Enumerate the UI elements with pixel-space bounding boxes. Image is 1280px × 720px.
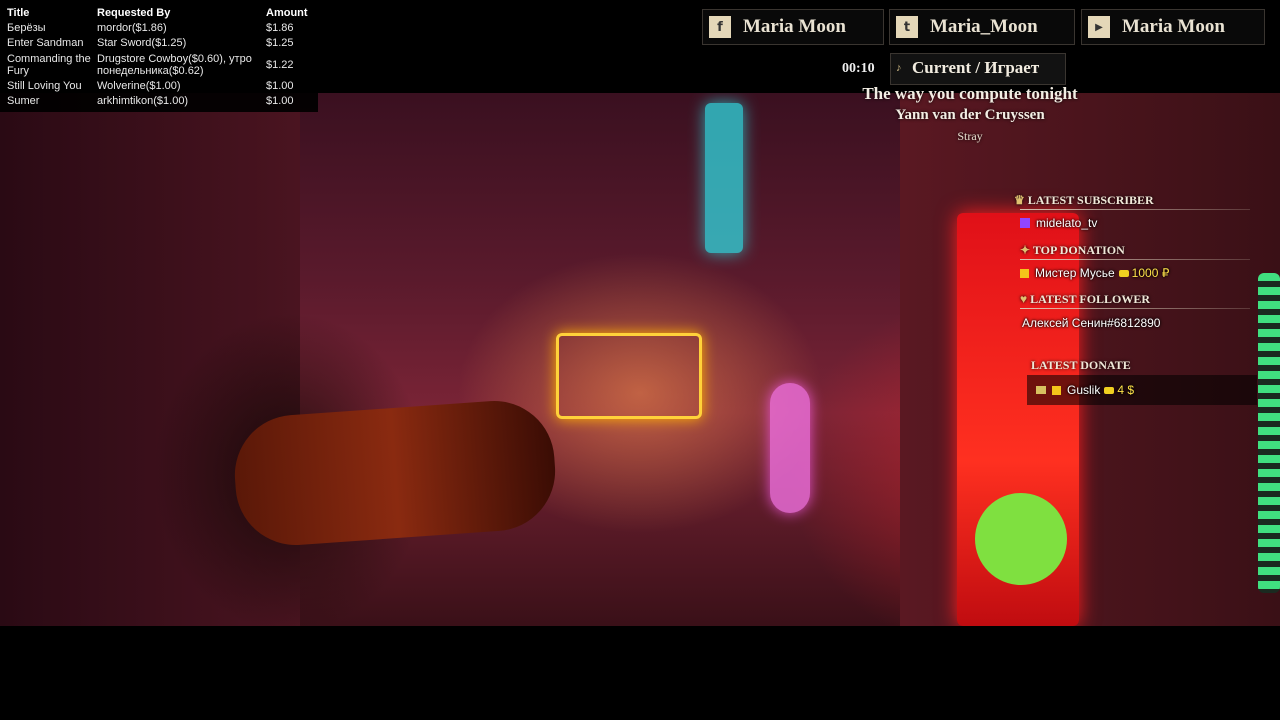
song-artist: Yann van der Cruyssen bbox=[895, 107, 1045, 123]
row-amount: $1.22 bbox=[266, 59, 294, 71]
latest-follower-heading: ♥ LATEST FOLLOWER bbox=[1020, 292, 1151, 306]
neon-sign-cyan bbox=[705, 103, 743, 253]
row-title: Still Loving You bbox=[7, 80, 82, 92]
row-amount: $1.00 bbox=[266, 95, 294, 107]
coin-icon bbox=[1118, 270, 1129, 277]
now-playing-label-box: ♪ Current / Играет bbox=[890, 53, 1066, 85]
row-title: Commanding the Fury bbox=[7, 53, 91, 77]
music-note-icon: ♪ bbox=[896, 62, 902, 74]
star-icon: ✦ bbox=[1020, 243, 1031, 257]
social-twitter-label: Maria_Moon bbox=[930, 16, 1038, 37]
youtube-icon: ▶ bbox=[1088, 16, 1110, 38]
latest-subscriber-heading: ♛ LATEST SUBSCRIBER bbox=[1014, 193, 1154, 207]
social-youtube[interactable]: ▶ Maria Moon bbox=[1081, 9, 1265, 45]
now-playing-label: Current / Играет bbox=[912, 58, 1040, 77]
neon-sign-pink bbox=[770, 383, 810, 513]
playback-time: 00:10 bbox=[842, 61, 875, 76]
social-youtube-label: Maria Moon bbox=[1122, 16, 1225, 37]
song-title: The way you compute tonight bbox=[862, 84, 1078, 103]
twitter-icon: t bbox=[896, 16, 918, 38]
latest-subscriber-value: midelato_tv bbox=[1020, 216, 1097, 230]
row-title: Берёзы bbox=[7, 22, 46, 34]
divider bbox=[1020, 259, 1250, 260]
row-amount: $1.86 bbox=[266, 22, 294, 34]
facebook-icon: f bbox=[709, 16, 731, 38]
row-requested-by: Star Sword($1.25) bbox=[97, 37, 187, 49]
row-title: Sumer bbox=[7, 95, 40, 107]
neon-strip-green bbox=[1258, 273, 1280, 593]
money-icon bbox=[1036, 386, 1046, 394]
song-game: Stray bbox=[957, 129, 983, 143]
header-requested-by: Requested By bbox=[97, 7, 171, 19]
twitch-icon bbox=[1020, 218, 1030, 228]
header-amount: Amount bbox=[266, 7, 308, 19]
heart-icon: ♥ bbox=[1020, 292, 1028, 306]
gift-icon bbox=[1052, 386, 1061, 395]
neon-circle-sign bbox=[975, 493, 1067, 585]
top-donation-heading: ✦ TOP DONATION bbox=[1020, 243, 1125, 257]
divider bbox=[1020, 308, 1250, 309]
header-title: Title bbox=[7, 7, 30, 19]
latest-donate-heading: LATEST DONATE bbox=[1031, 358, 1131, 372]
row-title: Enter Sandman bbox=[7, 37, 84, 49]
latest-follower-value: Алексей Сенин#6812890 bbox=[1022, 316, 1161, 330]
row-requested-by: Drugstore Cowboy($0.60), утро понедельни… bbox=[97, 53, 252, 77]
row-requested-by: mordor($1.86) bbox=[97, 22, 167, 34]
row-requested-by: arkhimtikon($1.00) bbox=[97, 95, 189, 107]
row-requested-by: Wolverine($1.00) bbox=[97, 80, 181, 92]
neon-sign-yellow bbox=[556, 333, 702, 419]
social-twitter[interactable]: t Maria_Moon bbox=[889, 9, 1075, 45]
divider bbox=[1020, 209, 1250, 210]
social-facebook[interactable]: f Maria Moon bbox=[702, 9, 884, 45]
violin bbox=[230, 396, 560, 550]
latest-donate-value: Guslik 4 $ bbox=[1036, 383, 1134, 397]
coin-icon bbox=[1104, 387, 1115, 394]
song-request-table: Title Requested By Amount Берёзы mordor(… bbox=[0, 0, 318, 112]
social-facebook-label: Maria Moon bbox=[743, 16, 846, 37]
top-donation-value: Мистер Мусье 1000 ₽ bbox=[1020, 266, 1169, 280]
bottom-bar bbox=[0, 626, 1280, 720]
crown-icon: ♛ bbox=[1014, 193, 1025, 207]
row-amount: $1.00 bbox=[266, 80, 294, 92]
gift-icon bbox=[1020, 269, 1029, 278]
row-amount: $1.25 bbox=[266, 37, 294, 49]
